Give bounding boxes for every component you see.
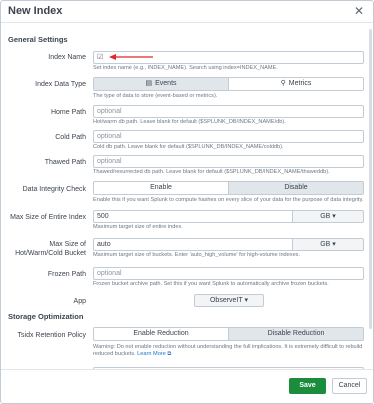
thawed-path-label: Thawed Path [44,159,86,166]
events-label: Events [155,80,177,87]
home-path-label: Home Path [50,109,86,116]
home-path-help: Hot/warm db path. Leave blank for defaul… [93,119,286,125]
annotation-arrow-icon [109,54,153,60]
cold-path-placeholder: optional [97,133,122,140]
frozen-path-label: Frozen Path [47,271,86,278]
data-type-events-option[interactable]: ▤ Events [94,78,228,90]
data-type-metrics-option[interactable]: ⚲ Metrics [228,78,363,90]
max-index-size-unit-dropdown[interactable]: GB ▾ [293,210,364,223]
index-name-help: Set index name (e.g., INDEX_NAME). Searc… [93,65,278,71]
close-icon[interactable]: ✕ [352,4,366,18]
cold-path-input[interactable]: optional [93,130,364,143]
thawed-path-placeholder: optional [97,158,122,165]
max-bucket-size-label: Max Size of Hot/Warm/Cold Bucket [5,240,86,258]
integrity-help: Enable this if you want Splunk to comput… [93,197,364,203]
integrity-label: Data Integrity Check [22,186,86,193]
save-button[interactable]: Save [289,378,326,394]
frozen-path-placeholder: optional [97,270,122,277]
dialog-footer: Save Cancel [1,369,373,403]
max-bucket-size-label-line1: Max Size of [49,241,86,248]
max-bucket-size-help: Maximum target size of buckets. Enter 'a… [93,252,301,258]
max-bucket-size-unit-dropdown[interactable]: GB ▾ [293,238,364,251]
max-bucket-size-label-line2: Hot/Warm/Cold Bucket [15,250,86,257]
frozen-path-help: Frozen bucket archive path. Set this if … [93,281,329,287]
tsidx-label: Tsidx Retention Policy [17,332,86,339]
max-index-size-input[interactable]: 500 [93,210,293,223]
thawed-path-help: Thawed/resurrected db path. Leave blank … [93,169,330,175]
tsidx-toggle: Enable Reduction Disable Reduction [93,327,364,341]
home-path-placeholder: optional [97,108,122,115]
dialog-body: General Settings Index Name ☑ Set index … [1,24,373,370]
integrity-disable-option[interactable]: Disable [228,182,363,194]
cold-path-help: Cold db path. Leave blank for default ($… [93,144,284,150]
max-index-size-label: Max Size of Entire Index [10,214,86,221]
thawed-path-input[interactable]: optional [93,155,364,168]
max-bucket-size-input[interactable]: auto [93,238,293,251]
metrics-label: Metrics [288,80,312,87]
integrity-enable-option[interactable]: Enable [94,182,228,194]
tsidx-help: Warning: Do not enable reduction without… [93,344,368,358]
tsidx-enable-option[interactable]: Enable Reduction [94,328,228,340]
section-title-storage: Storage Optimization [8,312,84,321]
learn-more-link[interactable]: Learn More ⧉ [137,351,171,357]
dialog-header: New Index ✕ [1,1,373,23]
tsidx-help-text: Warning: Do not enable reduction without… [93,344,363,357]
data-type-toggle: ▤ Events ⚲ Metrics [93,77,364,91]
data-type-help: The type of data to store (event-based o… [93,93,218,99]
home-path-input[interactable]: optional [93,105,364,118]
cold-path-label: Cold Path [55,134,86,141]
index-name-label: Index Name [48,54,86,61]
max-index-size-help: Maximum target size of entire index. [93,224,183,230]
dialog-title: New Index [8,5,63,17]
data-type-label: Index Data Type [35,81,86,88]
events-icon: ▤ [145,80,153,87]
frozen-path-input[interactable]: optional [93,267,364,280]
edit-cursor-icon: ☑ [97,54,104,61]
metrics-icon: ⚲ [280,80,286,87]
scrollbar[interactable] [369,29,372,329]
app-label: App [73,298,86,305]
integrity-toggle: Enable Disable [93,181,364,195]
new-index-dialog: New Index ✕ General Settings Index Name … [0,0,374,404]
app-dropdown[interactable]: ObserveIT ▾ [194,294,264,307]
tsidx-disable-option[interactable]: Disable Reduction [228,328,363,340]
cancel-button[interactable]: Cancel [332,378,367,394]
section-title-general: General Settings [8,35,68,44]
